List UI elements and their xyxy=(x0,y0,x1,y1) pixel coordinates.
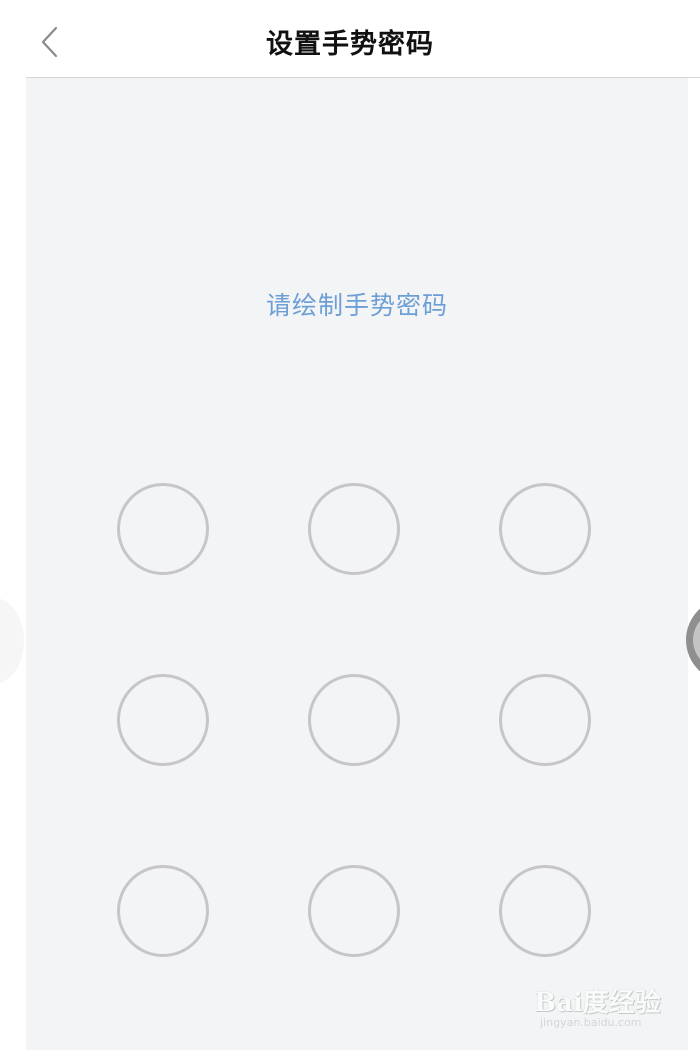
floating-assistive-handle[interactable] xyxy=(686,598,700,682)
page-title: 设置手势密码 xyxy=(266,29,434,60)
watermark-brand: Bai度经验 xyxy=(534,988,661,1018)
pattern-dot-3[interactable] xyxy=(499,483,591,575)
baidu-jingyan-watermark: Bai度经验 jingyan.baidu.com xyxy=(534,976,694,1036)
assistive-handle-knob xyxy=(693,610,700,670)
pattern-dot-8[interactable] xyxy=(308,865,400,957)
pattern-dot-4[interactable] xyxy=(117,674,209,766)
watermark-url: jingyan.baidu.com xyxy=(540,1016,642,1029)
screen: 设置手势密码 请绘制手势密码 Bai度经验 jingyan.baidu.com xyxy=(0,0,700,1050)
pattern-dot-7[interactable] xyxy=(117,865,209,957)
gesture-hint-text: 请绘制手势密码 xyxy=(265,291,448,320)
pattern-dot-1[interactable] xyxy=(117,483,209,575)
gesture-setup-panel: 请绘制手势密码 xyxy=(26,78,688,1050)
pattern-dot-9[interactable] xyxy=(499,865,591,957)
pattern-dot-2[interactable] xyxy=(308,483,400,575)
pattern-dot-6[interactable] xyxy=(499,674,591,766)
navigation-bar: 设置手势密码 xyxy=(0,0,700,78)
pattern-dot-5[interactable] xyxy=(308,674,400,766)
left-edge-shade xyxy=(0,598,24,684)
